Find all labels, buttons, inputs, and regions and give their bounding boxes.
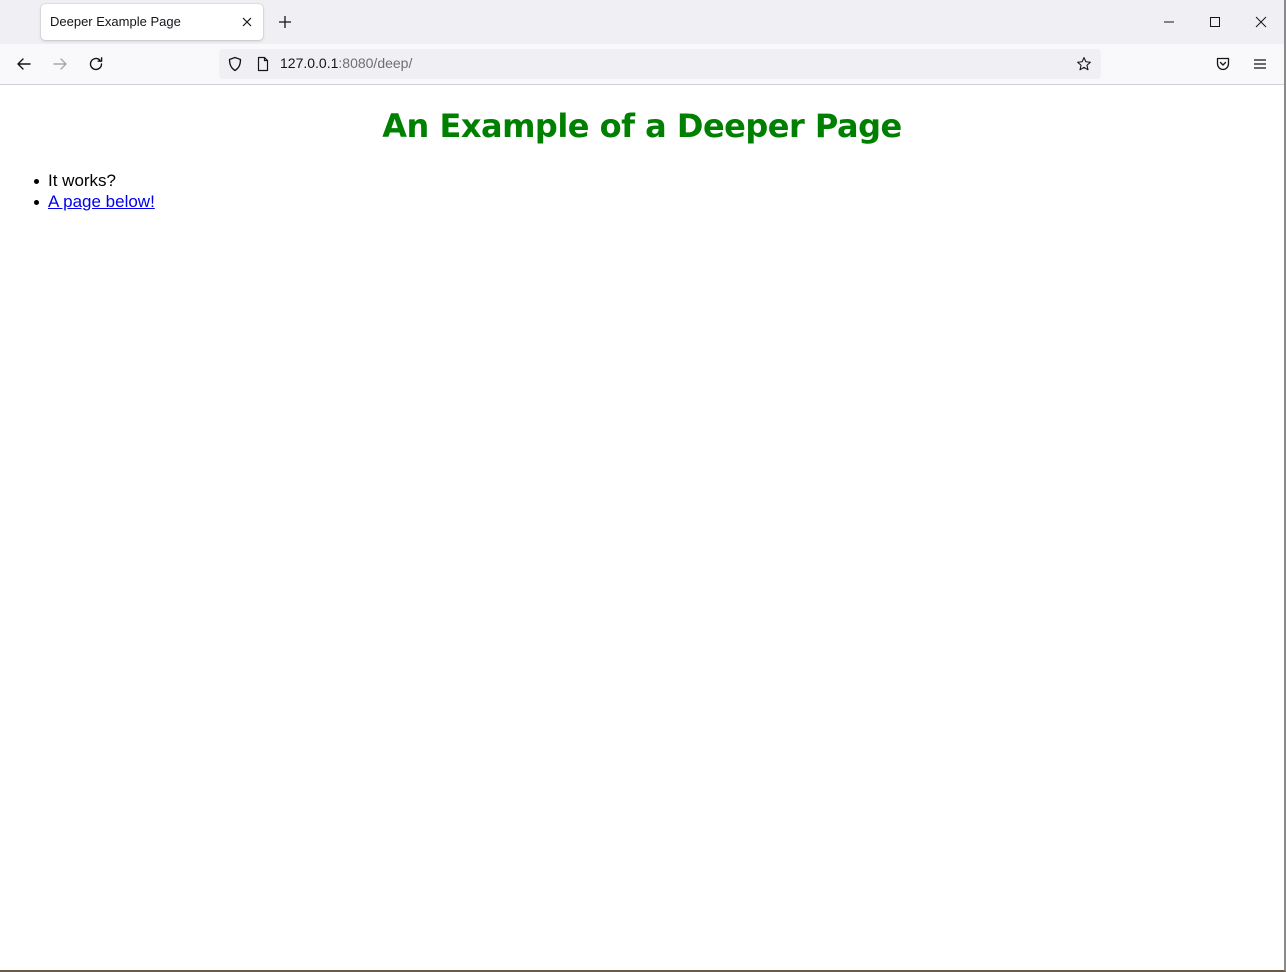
url-path: :8080/deep/	[338, 55, 413, 71]
forward-arrow-icon[interactable]	[46, 50, 74, 78]
bookmark-star-icon[interactable]	[1076, 56, 1092, 72]
url-host: 127.0.0.1	[280, 55, 339, 71]
minimize-icon[interactable]	[1155, 8, 1183, 36]
page-info-document-icon[interactable]	[255, 56, 271, 72]
tab-title: Deeper Example Page	[50, 14, 181, 29]
address-bar[interactable]: 127.0.0.1:8080/deep/	[219, 49, 1101, 79]
list-item-text: It works?	[48, 171, 117, 190]
back-arrow-icon[interactable]	[10, 50, 38, 78]
pocket-icon[interactable]	[1209, 50, 1237, 78]
browser-window: Deeper Example Page 127.0.0.1:8080/deep/…	[0, 0, 1286, 972]
url-text[interactable]: 127.0.0.1:8080/deep/	[280, 55, 412, 71]
hamburger-menu-icon[interactable]	[1246, 50, 1274, 78]
page-title: An Example of a Deeper Page	[382, 107, 902, 145]
reload-icon[interactable]	[82, 50, 110, 78]
navigation-toolbar: 127.0.0.1:8080/deep/	[0, 44, 1284, 85]
bullet	[34, 200, 39, 205]
page-content: An Example of a Deeper Page It works? A …	[0, 85, 1284, 970]
tab-active[interactable]: Deeper Example Page	[41, 4, 263, 40]
window-close-icon[interactable]	[1247, 8, 1275, 36]
maximize-icon[interactable]	[1201, 8, 1229, 36]
item-list: It works? A page below!	[34, 170, 155, 212]
new-tab-plus-icon[interactable]	[273, 10, 297, 34]
list-item: It works?	[34, 170, 155, 191]
tab-strip: Deeper Example Page	[0, 0, 1284, 44]
list-item: A page below!	[34, 191, 155, 212]
tracking-protection-shield-icon[interactable]	[227, 56, 243, 72]
bullet	[34, 179, 39, 184]
page-below-link[interactable]: A page below!	[48, 192, 155, 211]
tab-close-icon[interactable]	[237, 12, 257, 32]
